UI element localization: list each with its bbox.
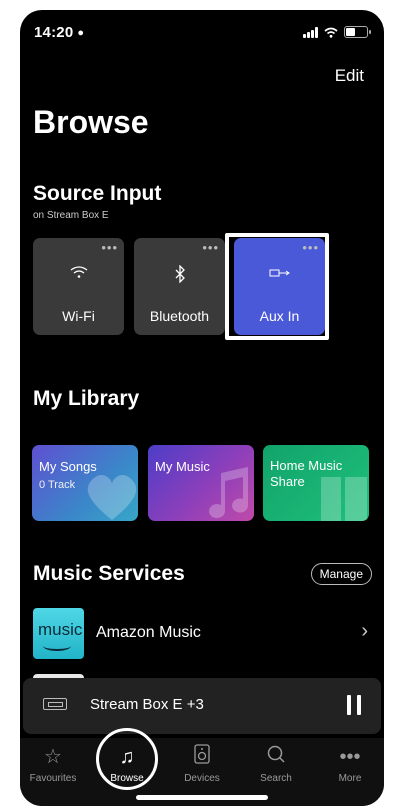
wifi-icon	[33, 265, 124, 284]
tab-devices[interactable]: Devices	[166, 744, 238, 784]
source-tile-wifi[interactable]: ••• Wi-Fi	[33, 238, 124, 335]
cellular-signal-icon	[303, 26, 318, 38]
now-playing-bar[interactable]: Stream Box E +3	[23, 678, 381, 734]
source-input-title: Source Input	[33, 182, 162, 205]
app-screen: 14:20 ● Edit Browse Source Input on Strea…	[20, 10, 384, 806]
status-time: 14:20 ●	[34, 24, 84, 41]
tab-favourites[interactable]: ☆ Favourites	[20, 744, 89, 784]
bluetooth-icon	[134, 264, 225, 288]
status-icons	[303, 26, 371, 38]
now-playing-label: Stream Box E +3	[90, 696, 204, 713]
music-note-icon	[209, 467, 249, 519]
library-tile-my-songs[interactable]: My Songs 0 Track	[32, 445, 138, 521]
selection-highlight	[225, 233, 329, 340]
tab-label: Search	[260, 773, 292, 784]
library-sublabel: 0 Track	[39, 479, 76, 491]
music-services-title: Music Services	[33, 562, 185, 585]
library-label: My Music	[155, 459, 210, 474]
star-icon: ☆	[44, 746, 62, 768]
source-input-subtitle: on Stream Box E	[33, 210, 109, 221]
library-label: My Songs	[39, 459, 97, 474]
library-label: Home Music Share	[270, 458, 343, 489]
status-bar: 14:20 ●	[20, 10, 384, 54]
person-icon: ●	[77, 27, 85, 39]
logo-text: music	[38, 620, 83, 639]
more-options-icon[interactable]: •••	[202, 240, 219, 255]
manage-button[interactable]: Manage	[310, 563, 372, 585]
source-tile-bluetooth[interactable]: ••• Bluetooth	[134, 238, 225, 335]
pause-icon[interactable]	[347, 695, 361, 715]
stream-box-icon	[43, 698, 67, 710]
library-tile-my-music[interactable]: My Music	[148, 445, 254, 521]
search-icon	[240, 744, 312, 770]
home-indicator[interactable]	[136, 795, 268, 800]
time-text: 14:20	[34, 24, 74, 41]
speaker-icon	[166, 744, 238, 770]
battery-icon	[344, 26, 371, 38]
chevron-right-icon[interactable]: ›	[361, 620, 368, 643]
amazon-smile-icon	[43, 641, 71, 651]
tab-label: Devices	[184, 773, 220, 784]
heart-icon	[87, 474, 137, 520]
page-title: Browse	[33, 104, 149, 140]
source-label: Bluetooth	[149, 308, 210, 324]
wifi-status-icon	[324, 27, 338, 38]
amazon-music-label[interactable]: Amazon Music	[96, 624, 201, 642]
tab-search[interactable]: Search	[240, 744, 312, 784]
tab-label: More	[338, 773, 362, 784]
library-tile-home-music-share[interactable]: Home Music Share	[263, 445, 369, 521]
tab-more[interactable]: ••• More	[314, 744, 384, 784]
browse-tab-highlight	[96, 728, 158, 790]
source-label: Wi-Fi	[62, 308, 95, 324]
more-options-icon[interactable]: •••	[101, 240, 118, 255]
amazon-music-logo: music	[33, 608, 84, 659]
tab-label: Favourites	[29, 773, 77, 784]
edit-button[interactable]: Edit	[335, 66, 364, 86]
more-icon: •••	[339, 746, 361, 768]
my-library-title: My Library	[33, 387, 140, 410]
